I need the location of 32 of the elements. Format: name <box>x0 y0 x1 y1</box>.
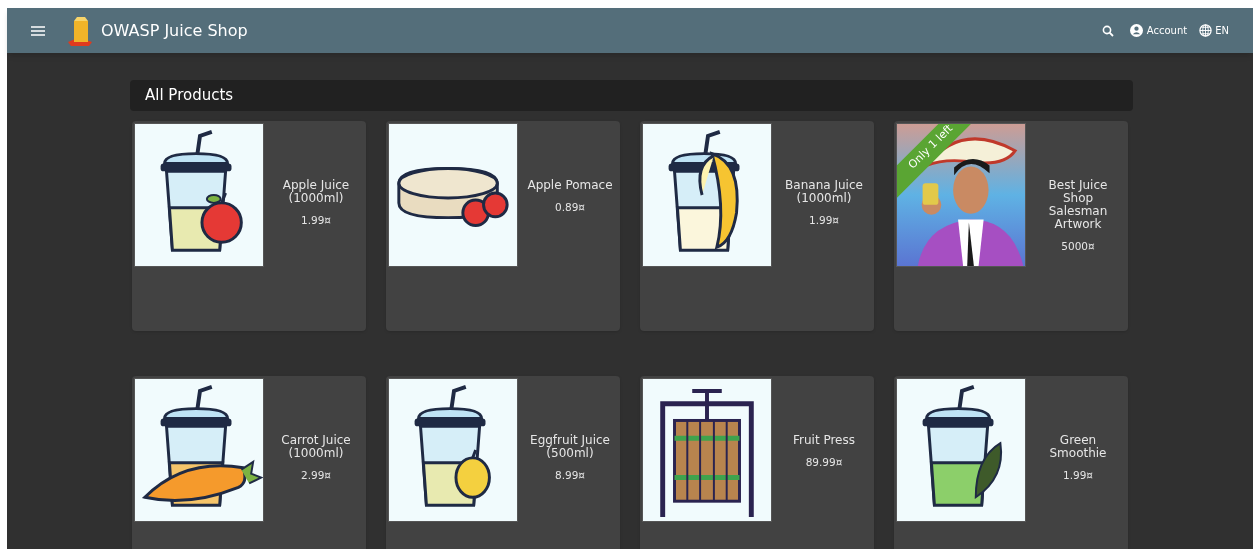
search-icon[interactable] <box>1101 24 1114 37</box>
product-price: 1.99¤ <box>1062 468 1094 483</box>
product-name: Apple Juice (1000ml) <box>281 179 351 205</box>
product-price: 8.99¤ <box>554 468 586 483</box>
product-card[interactable]: Carrot Juice (1000ml) 2.99¤ <box>132 376 366 549</box>
account-icon <box>1129 24 1143 37</box>
product-name: Best Juice Shop Salesman Artwork <box>1047 179 1109 231</box>
product-card[interactable]: Green Smoothie 1.99¤ <box>894 376 1128 549</box>
product-card[interactable]: Banana Juice (1000ml) 1.99¤ <box>640 121 874 331</box>
product-name: Fruit Press <box>793 434 855 447</box>
product-card[interactable]: Eggfruit Juice (500ml) 8.99¤ <box>386 376 620 549</box>
product-card[interactable]: Apple Pomace 0.89¤ <box>386 121 620 331</box>
product-name: Eggfruit Juice (500ml) <box>529 434 611 460</box>
product-price: 1.99¤ <box>808 213 840 228</box>
product-name: Carrot Juice (1000ml) <box>280 434 352 460</box>
product-price: 1.99¤ <box>300 213 332 228</box>
juice-box-logo-icon[interactable] <box>65 15 95 46</box>
menu-icon[interactable] <box>31 25 45 36</box>
language-button[interactable]: EN <box>1199 23 1229 38</box>
product-card[interactable]: Apple Juice (1000ml) 1.99¤ <box>132 121 366 331</box>
product-price: 0.89¤ <box>554 200 586 215</box>
product-price: 2.99¤ <box>300 468 332 483</box>
product-name: Banana Juice (1000ml) <box>784 179 864 205</box>
product-name: Green Smoothie <box>1048 434 1108 460</box>
account-button[interactable]: Account <box>1129 23 1188 38</box>
product-name: Apple Pomace <box>527 179 613 192</box>
product-card[interactable]: Fruit Press 89.99¤ <box>640 376 874 549</box>
page-heading: All Products <box>145 85 234 107</box>
app-title[interactable]: OWASP Juice Shop <box>101 18 248 43</box>
globe-icon <box>1199 24 1213 37</box>
product-price: 89.99¤ <box>805 455 843 470</box>
product-price: 5000¤ <box>1061 239 1095 254</box>
